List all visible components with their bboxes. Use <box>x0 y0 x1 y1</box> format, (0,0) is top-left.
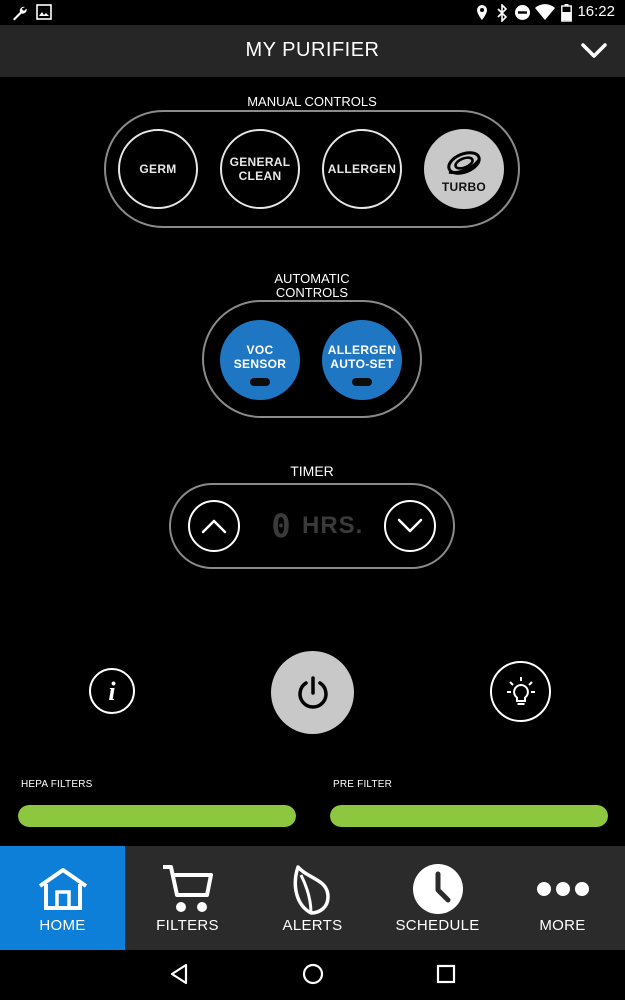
do-not-disturb-icon <box>515 5 530 20</box>
chevron-up-icon <box>201 519 227 534</box>
image-icon <box>36 4 52 20</box>
home-circle-icon[interactable] <box>301 962 325 986</box>
svg-text:i: i <box>108 677 116 705</box>
pre-filter-label: PRE FILTER <box>333 779 393 790</box>
nav-more-label: MORE <box>539 917 586 934</box>
nav-home[interactable]: HOME <box>0 846 125 950</box>
timer-readout: 0 HRS. <box>270 507 370 545</box>
pre-filter-bar <box>330 805 608 827</box>
nav-schedule[interactable]: SCHEDULE <box>375 846 500 950</box>
germ-button[interactable]: GERM <box>118 129 198 209</box>
pre-filter-level <box>330 805 608 827</box>
bottom-navigation: HOME FILTERS ALERTS SCHEDULE MORE <box>0 846 625 950</box>
more-icon <box>536 882 589 896</box>
power-icon <box>297 675 328 709</box>
clock-time: 16:22 <box>577 3 615 20</box>
nav-filters-label: FILTERS <box>156 917 219 934</box>
chevron-down-icon[interactable] <box>581 39 607 61</box>
allergen-auto-set-label-line2: AUTO-SET <box>330 356 394 371</box>
home-icon <box>38 868 87 910</box>
hepa-filter-bar <box>18 805 296 827</box>
info-button[interactable]: i <box>89 668 135 714</box>
app-header: MY PURIFIER <box>0 25 625 77</box>
back-icon[interactable] <box>168 962 190 986</box>
nav-home-label: HOME <box>39 917 86 934</box>
voc-sensor-indicator <box>250 377 270 386</box>
wifi-icon <box>535 4 555 20</box>
allergen-auto-set-label-line1: ALLERGEN <box>327 342 397 357</box>
timer-label: TIMER <box>281 464 343 478</box>
manual-controls-label: MANUAL CONTROLS <box>236 95 388 108</box>
nav-filters[interactable]: FILTERS <box>125 846 250 950</box>
nav-alerts[interactable]: ALERTS <box>250 846 375 950</box>
automatic-controls-label-line1: AUTOMATIC <box>274 271 350 286</box>
turbo-swirl-icon <box>447 151 481 175</box>
nav-schedule-label: SCHEDULE <box>395 917 480 934</box>
location-icon <box>477 5 487 20</box>
page-title: MY PURIFIER <box>245 39 380 61</box>
automatic-controls-label: AUTOMATIC CONTROLS <box>262 272 362 300</box>
voc-sensor-label-line1: VOC <box>246 342 274 357</box>
clock-icon <box>412 864 463 914</box>
nav-alerts-label: ALERTS <box>282 917 343 934</box>
timer-up-button[interactable] <box>188 500 240 552</box>
cart-icon <box>162 865 213 912</box>
hepa-filter-label: HEPA FILTERS <box>21 779 93 790</box>
lightbulb-icon <box>506 676 535 705</box>
timer-value: 0 <box>271 507 291 545</box>
general-clean-button[interactable]: GENERAL CLEAN <box>220 129 300 209</box>
status-bar: 16:22 <box>0 0 625 25</box>
general-clean-label-line2: CLEAN <box>238 169 282 183</box>
nav-more[interactable]: MORE <box>500 846 625 950</box>
wrench-icon <box>13 6 27 21</box>
automatic-controls-label-line2: CONTROLS <box>275 285 349 300</box>
hepa-filter-level <box>18 805 296 827</box>
system-navigation-bar <box>0 950 625 1000</box>
power-button[interactable] <box>271 651 354 734</box>
chevron-down-icon <box>397 518 423 533</box>
recents-icon[interactable] <box>435 962 457 986</box>
turbo-button-label: TURBO <box>441 180 487 194</box>
general-clean-label-line1: GENERAL <box>229 155 291 169</box>
battery-icon <box>561 4 572 22</box>
timer-unit: HRS. <box>302 512 364 539</box>
light-button[interactable] <box>490 661 551 722</box>
bluetooth-icon <box>497 4 508 22</box>
leaf-icon <box>293 865 330 915</box>
voc-sensor-button[interactable]: VOC SENSOR <box>220 320 300 400</box>
germ-button-label: GERM <box>139 162 177 176</box>
allergen-button[interactable]: ALLERGEN <box>322 129 402 209</box>
voc-sensor-label-line2: SENSOR <box>233 356 287 371</box>
allergen-auto-set-indicator <box>352 377 372 386</box>
timer-down-button[interactable] <box>384 500 436 552</box>
turbo-button[interactable]: TURBO <box>424 129 504 209</box>
info-icon: i <box>108 677 116 705</box>
allergen-auto-set-button[interactable]: ALLERGEN AUTO-SET <box>322 320 402 400</box>
allergen-button-label: ALLERGEN <box>327 162 397 176</box>
